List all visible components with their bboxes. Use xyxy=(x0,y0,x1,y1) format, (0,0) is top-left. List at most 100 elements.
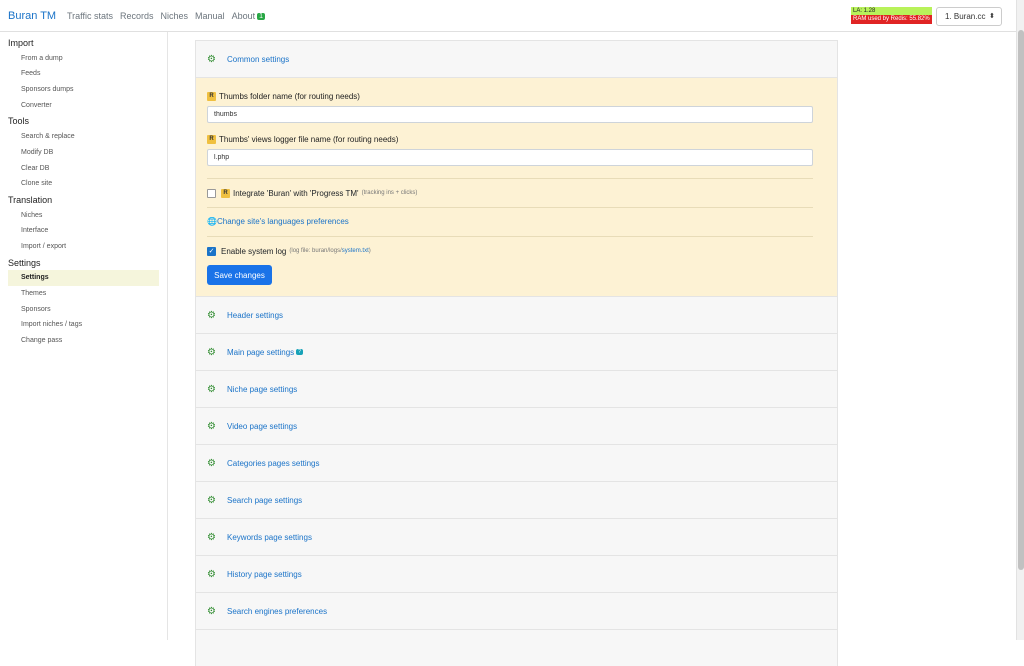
system-log-note-close: ) xyxy=(368,248,371,254)
nav-manual[interactable]: Manual xyxy=(195,11,225,21)
panel-categories-pages-settings[interactable]: ⚙ Categories pages settings xyxy=(195,444,838,481)
sidebar-item-settings[interactable]: Settings xyxy=(8,270,159,286)
system-log-file-link[interactable]: system.txt xyxy=(342,248,369,254)
integrate-progress-note: (tracking ins + clicks) xyxy=(361,190,418,196)
globe-icon: 🌐 xyxy=(207,217,217,226)
panel-title: Main page settings xyxy=(227,347,295,357)
panel-search-page-settings[interactable]: ⚙ Search page settings xyxy=(195,481,838,518)
nav-about-label: About xyxy=(231,11,256,21)
sidebar-item-sponsors[interactable]: Sponsors xyxy=(0,302,167,318)
sidebar-section-tools: Tools xyxy=(8,116,30,127)
system-log-checkbox[interactable]: ✓ xyxy=(207,246,216,256)
divider xyxy=(207,207,813,208)
sidebar-item-clone-site[interactable]: Clone site xyxy=(0,176,167,192)
sidebar-item-search-replace[interactable]: Search & replace xyxy=(0,129,167,145)
panel-common-settings[interactable]: ⚙ Common settings xyxy=(195,40,838,77)
integrate-progress-label: Integrate 'Buran' with 'Progress TM' xyxy=(233,188,359,198)
gear-icon: ⚙ xyxy=(207,457,216,469)
thumbs-folder-label-text: Thumbs folder name (for routing needs) xyxy=(219,91,360,101)
panel-title: Niche page settings xyxy=(227,384,298,394)
gear-icon: ⚙ xyxy=(207,346,216,358)
gear-icon: ⚙ xyxy=(207,309,216,321)
sidebar-item-converter[interactable]: Converter xyxy=(0,98,167,114)
panel-history-page-settings[interactable]: ⚙ History page settings xyxy=(195,555,838,592)
gear-icon: ⚙ xyxy=(207,494,216,506)
brand-link[interactable]: Buran TM xyxy=(8,10,56,22)
thumbs-folder-input[interactable] xyxy=(207,106,813,123)
sidebar-section-import: Import xyxy=(8,38,34,48)
sidebar: Import From a dump Feeds Sponsors dumps … xyxy=(0,32,168,640)
sidebar-section-settings: Settings xyxy=(8,257,41,268)
server-stats: LA: 1.28 RAM used by Redis: 55.82% xyxy=(851,7,932,24)
sidebar-item-modify-db[interactable]: Modify DB xyxy=(0,145,167,161)
routing-badge: R xyxy=(207,91,216,101)
panel-main-page-settings[interactable]: ⚙ Main page settings ? xyxy=(195,333,838,370)
page-scrollbar[interactable] xyxy=(1016,0,1024,640)
divider xyxy=(207,236,813,237)
sidebar-item-interface[interactable]: Interface xyxy=(0,223,167,239)
divider xyxy=(207,178,813,179)
save-button[interactable]: Save changes xyxy=(207,265,272,285)
panel-title: History page settings xyxy=(227,569,302,579)
gear-icon: ⚙ xyxy=(207,420,216,432)
sidebar-item-themes[interactable]: Themes xyxy=(0,286,167,302)
panel-title: Header settings xyxy=(227,310,284,320)
integrate-progress-checkbox[interactable] xyxy=(207,188,216,198)
nav-niches[interactable]: Niches xyxy=(161,11,189,21)
chevron-updown-icon: ⬍ xyxy=(989,13,995,20)
panel-video-page-settings[interactable]: ⚙ Video page settings xyxy=(195,407,838,444)
nav-traffic-stats[interactable]: Traffic stats xyxy=(67,11,113,21)
help-badge[interactable]: ? xyxy=(296,349,303,355)
system-log-row: ✓ Enable system log (log file: buran/log… xyxy=(207,243,819,259)
site-select-value: 1. Buran.cc xyxy=(945,12,986,21)
nav-about[interactable]: About 1 xyxy=(231,11,266,21)
gear-icon: ⚙ xyxy=(207,605,216,617)
panel-title: Video page settings xyxy=(227,421,298,431)
sidebar-item-import-export[interactable]: Import / export xyxy=(0,239,167,255)
languages-link[interactable]: 🌐Change site's languages preferences xyxy=(207,214,819,230)
sidebar-item-niches[interactable]: Niches xyxy=(0,208,167,224)
thumbs-folder-label: R Thumbs folder name (for routing needs) xyxy=(207,89,819,103)
panel-search-engines-preferences[interactable]: ⚙ Search engines preferences xyxy=(195,592,838,629)
logger-file-label-text: Thumbs' views logger file name (for rout… xyxy=(219,134,399,144)
logger-file-label: R Thumbs' views logger file name (for ro… xyxy=(207,132,819,146)
load-average: LA: 1.28 xyxy=(851,7,932,15)
gear-icon: ⚙ xyxy=(207,383,216,395)
sidebar-item-feeds[interactable]: Feeds xyxy=(0,66,167,82)
sidebar-section-translation: Translation xyxy=(8,194,53,205)
top-nav: Traffic stats Records Niches Manual Abou… xyxy=(67,11,266,21)
panel-title: Common settings xyxy=(227,54,290,64)
logger-file-input[interactable] xyxy=(207,149,813,166)
nav-records[interactable]: Records xyxy=(120,11,154,21)
panel-header-settings[interactable]: ⚙ Header settings xyxy=(195,296,838,333)
scrollbar-thumb[interactable] xyxy=(1018,30,1024,570)
panel-title: Categories pages settings xyxy=(227,458,320,468)
sidebar-item-clear-db[interactable]: Clear DB xyxy=(0,161,167,177)
sidebar-item-from-dump[interactable]: From a dump xyxy=(0,51,167,67)
sidebar-item-import-niches-tags[interactable]: Import niches / tags xyxy=(0,317,167,333)
redis-ram: RAM used by Redis: 55.82% xyxy=(851,15,932,24)
settings-accordion: ⚙ Common settings R Thumbs folder name (… xyxy=(195,40,838,666)
integrate-progress-row: R Integrate 'Buran' with 'Progress TM' (… xyxy=(207,185,819,201)
sidebar-item-change-pass[interactable]: Change pass xyxy=(0,333,167,349)
panel-keywords-page-settings[interactable]: ⚙ Keywords page settings xyxy=(195,518,838,555)
system-log-note: (log file: buran/logs/system.txt) xyxy=(289,248,370,254)
about-badge: 1 xyxy=(257,13,266,20)
top-navbar: Buran TM Traffic stats Records Niches Ma… xyxy=(0,0,1016,32)
gear-icon: ⚙ xyxy=(207,53,216,65)
site-select[interactable]: 1. Buran.cc ⬍ xyxy=(936,7,1002,26)
sidebar-item-sponsors-dumps[interactable]: Sponsors dumps xyxy=(0,82,167,98)
gear-icon: ⚙ xyxy=(207,531,216,543)
system-log-label: Enable system log xyxy=(221,246,287,256)
languages-link-label: Change site's languages preferences xyxy=(216,217,349,226)
panel-partial[interactable] xyxy=(195,629,838,666)
panel-niche-page-settings[interactable]: ⚙ Niche page settings xyxy=(195,370,838,407)
routing-badge: R xyxy=(207,134,216,144)
panel-title: Search engines preferences xyxy=(227,606,328,616)
system-log-note-text: (log file: buran/logs/ xyxy=(289,248,342,254)
gear-icon: ⚙ xyxy=(207,568,216,580)
common-settings-body: R Thumbs folder name (for routing needs)… xyxy=(195,77,838,296)
panel-title: Search page settings xyxy=(227,495,303,505)
routing-badge: R xyxy=(221,188,230,198)
panel-title: Keywords page settings xyxy=(227,532,312,542)
